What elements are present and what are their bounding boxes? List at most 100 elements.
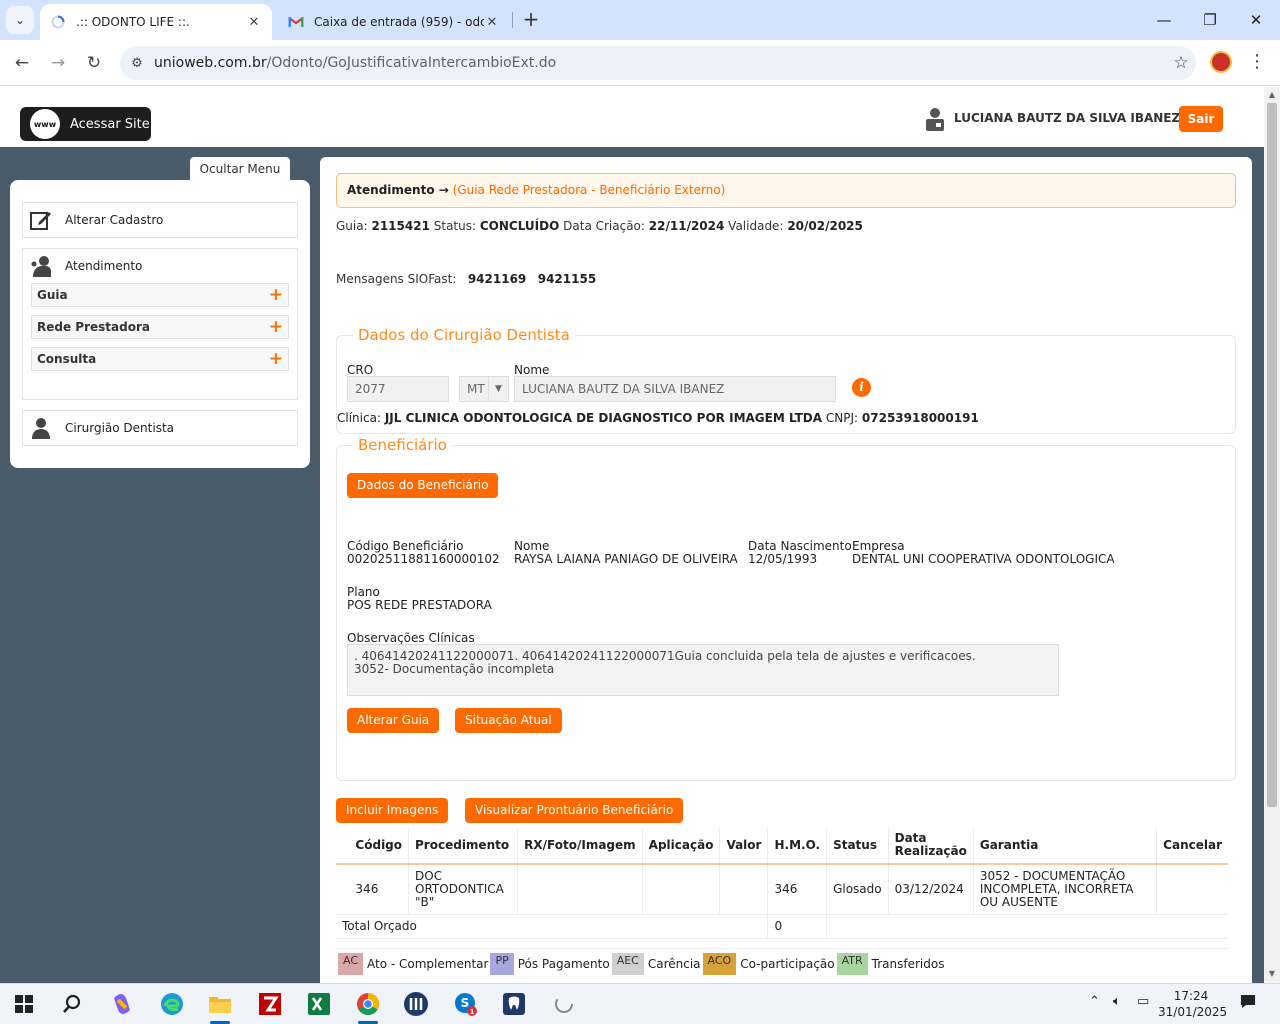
tab-separator <box>512 12 513 28</box>
table-row[interactable]: 346 DOC ORTODONTICA "B" 346 Glosado 03/1… <box>336 864 1228 915</box>
current-status-button[interactable]: Situação Atual <box>455 708 562 733</box>
beneficiary-data-button[interactable]: Dados do Beneficiário <box>347 473 499 498</box>
forward-icon[interactable]: → <box>46 51 70 75</box>
excel-icon[interactable] <box>305 990 333 1018</box>
tab-gmail[interactable]: Caixa de entrada (959) - odonto ✕ <box>278 4 510 40</box>
view-record-button[interactable]: Visualizar Prontuário Beneficiário <box>465 798 684 823</box>
col-garantia: Garantia <box>973 827 1158 865</box>
alter-guide-button[interactable]: Alterar Guia <box>347 708 440 733</box>
loading-app-icon[interactable] <box>550 990 578 1018</box>
reload-icon[interactable]: ↻ <box>82 51 106 75</box>
badge-pp: PP <box>490 953 514 975</box>
browser-menu-icon[interactable]: ⋮ <box>1248 51 1266 73</box>
support-agent-icon <box>29 254 53 278</box>
tab-odonto-life[interactable]: .:: ODONTO LIFE ::. ✕ <box>40 4 272 40</box>
info-icon[interactable]: i <box>852 378 871 397</box>
browser-toolbar: ← → ↻ ⚙ unioweb.com.br/Odonto/GoJustific… <box>0 40 1280 86</box>
edge-icon[interactable] <box>158 990 186 1018</box>
svg-text:1: 1 <box>470 1008 475 1016</box>
beneficiary-section: Beneficiário Dados do Beneficiário Códig… <box>336 436 1236 781</box>
loading-icon <box>50 14 66 30</box>
close-tab-icon[interactable]: ✕ <box>484 15 500 30</box>
new-tab-button[interactable]: + <box>520 8 542 32</box>
copilot-icon[interactable] <box>108 990 136 1018</box>
app-icon[interactable] <box>402 990 430 1018</box>
logout-button[interactable]: Sair <box>1179 106 1223 132</box>
access-site-button[interactable]: www Acessar Site <box>20 107 151 141</box>
clinic-info: Clínica: JJL CLINICA ODONTOLOGICA DE DIA… <box>337 411 979 425</box>
search-icon[interactable] <box>58 990 86 1018</box>
beneficiary-plan: POS REDE PRESTADORA <box>347 598 492 612</box>
access-site-label: Acessar Site <box>70 116 150 132</box>
col-procedimento: Procedimento <box>408 827 519 865</box>
beneficiary-code: 00202511881160000102 <box>347 552 500 566</box>
page: www Acessar Site LUCIANA BAUTZ DA SILVA … <box>0 87 1264 983</box>
cro-field[interactable]: 2077 <box>347 376 449 402</box>
file-explorer-icon[interactable] <box>206 990 234 1018</box>
tray-chevron-up-icon[interactable]: ⌃ <box>1089 994 1100 1009</box>
hide-menu-button[interactable]: Ocultar Menu <box>190 157 290 181</box>
include-images-button[interactable]: Incluir Imagens <box>336 798 449 823</box>
sidebar-item-atendimento[interactable]: Atendimento <box>23 249 297 283</box>
tab-title: .:: ODONTO LIFE ::. <box>76 15 190 29</box>
chrome-icon[interactable] <box>354 990 382 1018</box>
restore-icon[interactable]: ❐ <box>1198 8 1222 32</box>
col-cancelar: Cancelar <box>1156 827 1228 865</box>
sidebar: Alterar Cadastro Atendimento Guia + Rede … <box>10 180 310 468</box>
sidebar-item-consulta[interactable]: Consulta + <box>31 347 289 371</box>
volume-icon[interactable]: 🔈︎ <box>1113 994 1121 1009</box>
address-bar[interactable]: ⚙ unioweb.com.br/Odonto/GoJustificativaI… <box>120 46 1196 80</box>
site-header: www Acessar Site LUCIANA BAUTZ DA SILVA … <box>0 87 1264 147</box>
guia-info: Guia: 2115421 Status: CONCLUÍDO Data Cri… <box>336 219 863 233</box>
scroll-up-icon[interactable]: ▲ <box>1264 90 1280 99</box>
sidebar-item-cirurgiao-dentista[interactable]: Cirurgião Dentista <box>22 410 298 446</box>
svg-text:S: S <box>461 996 470 1010</box>
bookmark-star-icon[interactable]: ☆ <box>1166 53 1196 73</box>
badge-aco: ACO <box>702 953 737 975</box>
system-clock[interactable]: 17:24 31/01/2025 <box>1158 988 1227 1020</box>
badge-atr: ATR <box>836 953 868 975</box>
plus-icon: + <box>268 285 283 305</box>
skype-icon[interactable]: S1 <box>452 990 480 1018</box>
beneficiary-birthdate: 12/05/1993 <box>748 552 818 566</box>
col-aplicacao: Aplicação <box>642 827 721 865</box>
col-valor: Valor <box>719 827 769 865</box>
close-tab-icon[interactable]: ✕ <box>246 15 262 30</box>
dentist-name-field[interactable]: LUCIANA BAUTZ DA SILVA IBANEZ <box>514 376 836 402</box>
windows-taskbar: S1 ⌃ 🔈︎ ▭ 17:24 31/01/2025 <box>0 983 1280 1024</box>
back-icon[interactable]: ← <box>10 51 34 75</box>
chevron-down-icon[interactable]: ▼ <box>488 376 508 402</box>
site-info-icon[interactable]: ⚙ <box>120 56 154 71</box>
cancel-cell[interactable] <box>1156 864 1228 915</box>
filezilla-icon[interactable] <box>256 990 284 1018</box>
sidebar-item-rede-prestadora[interactable]: Rede Prestadora + <box>31 315 289 339</box>
sidebar-item-guia[interactable]: Guia + <box>31 283 289 307</box>
col-rx: RX/Foto/Imagem <box>517 827 643 865</box>
dental-app-icon[interactable] <box>500 990 528 1018</box>
siofast-info: Mensagens SIOFast: 9421169 9421155 <box>336 272 597 286</box>
page-scrollbar[interactable]: ▲ ▼ <box>1264 87 1280 983</box>
clinical-notes-textarea[interactable]: . 40641420241122000071. 4064142024112200… <box>347 644 1059 696</box>
minimize-icon[interactable]: — <box>1152 8 1176 32</box>
windows-start-icon[interactable] <box>10 990 38 1018</box>
tab-search-button[interactable]: ⌄ <box>6 6 34 34</box>
col-hmo: H.M.O. <box>767 827 828 865</box>
network-icon[interactable]: ▭ <box>1137 994 1149 1009</box>
dentist-section: Dados do Cirurgião Dentista CRO 2077 MT … <box>336 326 1236 434</box>
close-window-icon[interactable]: ✕ <box>1244 8 1268 32</box>
scroll-down-icon[interactable]: ▼ <box>1264 969 1280 978</box>
badge-ac: AC <box>338 953 364 975</box>
procedures-table: Código Procedimento RX/Foto/Imagem Aplic… <box>336 827 1228 949</box>
scroll-thumb[interactable] <box>1267 103 1277 807</box>
dentist-legend: Dados do Cirurgião Dentista <box>353 326 575 344</box>
main-content: Atendimento → (Guia Rede Prestadora - Be… <box>320 157 1252 983</box>
profile-avatar[interactable] <box>1210 51 1232 73</box>
user-icon <box>925 107 945 131</box>
sidebar-item-alterar-cadastro[interactable]: Alterar Cadastro <box>22 202 298 238</box>
col-data-realizacao: Data Realização <box>888 827 974 865</box>
plus-icon: + <box>268 317 283 337</box>
beneficiary-company: DENTAL UNI COOPERATIVA ODONTOLOGICA <box>852 552 1115 566</box>
browser-tabbar: ⌄ .:: ODONTO LIFE ::. ✕ Caixa de entrada… <box>0 0 1280 40</box>
notifications-icon[interactable] <box>1240 994 1256 1013</box>
tab-title: Caixa de entrada (959) - odonto <box>314 15 484 29</box>
